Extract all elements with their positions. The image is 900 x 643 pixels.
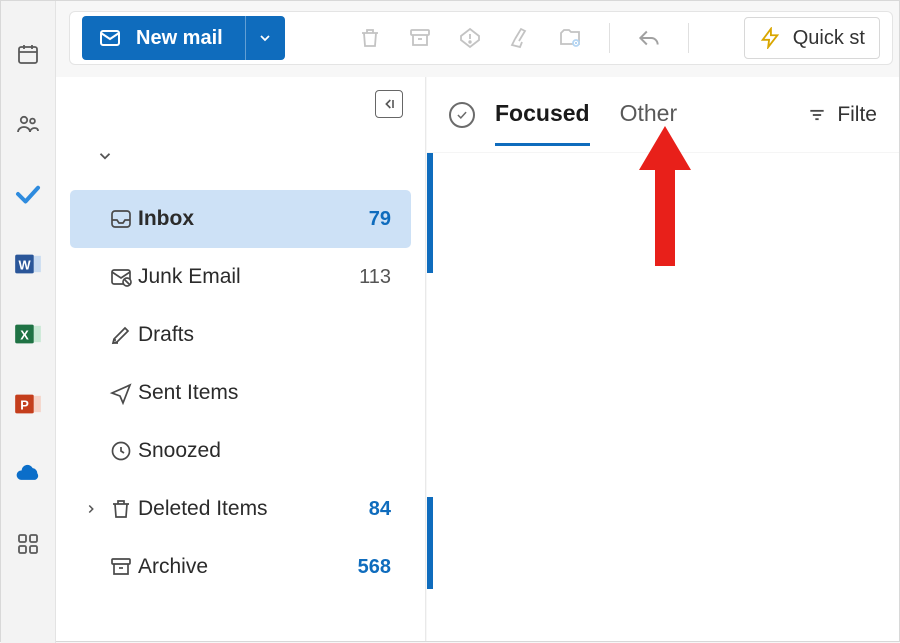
sweep-icon[interactable] bbox=[503, 21, 537, 55]
calendar-icon[interactable] bbox=[13, 39, 43, 69]
archive-icon[interactable] bbox=[403, 21, 437, 55]
filter-button[interactable]: Filte bbox=[807, 103, 877, 127]
people-icon[interactable] bbox=[13, 109, 43, 139]
excel-icon[interactable]: X bbox=[13, 319, 43, 349]
app-rail: W X P bbox=[1, 1, 56, 643]
folder-count: 568 bbox=[347, 556, 391, 579]
apps-icon[interactable] bbox=[13, 529, 43, 559]
snoozed-icon bbox=[104, 439, 138, 463]
folder-inbox[interactable]: Inbox79 bbox=[70, 190, 411, 248]
folder-label: Deleted Items bbox=[138, 497, 347, 521]
folder-count: 113 bbox=[347, 266, 391, 289]
folder-junk[interactable]: Junk Email113 bbox=[70, 248, 411, 306]
folder-label: Sent Items bbox=[138, 381, 347, 405]
tab-focused[interactable]: Focused bbox=[495, 84, 590, 146]
powerpoint-icon[interactable]: P bbox=[13, 389, 43, 419]
archive-icon bbox=[104, 555, 138, 579]
todo-icon[interactable] bbox=[13, 179, 43, 209]
account-collapse-toggle[interactable] bbox=[56, 131, 425, 182]
delete-icon[interactable] bbox=[353, 21, 387, 55]
unread-indicator bbox=[427, 153, 433, 273]
junk-icon bbox=[104, 265, 138, 289]
toolbar-separator bbox=[609, 23, 610, 53]
reply-icon[interactable] bbox=[632, 21, 666, 55]
folder-label: Junk Email bbox=[138, 265, 347, 289]
folder-label: Inbox bbox=[138, 207, 347, 231]
folder-drafts[interactable]: Drafts bbox=[70, 306, 411, 364]
folder-label: Drafts bbox=[138, 323, 347, 347]
folder-archive[interactable]: Archive568 bbox=[70, 538, 411, 596]
svg-text:P: P bbox=[20, 397, 29, 412]
new-mail-dropdown[interactable] bbox=[245, 16, 285, 60]
folder-pane-header bbox=[56, 77, 425, 131]
folder-list: Inbox79Junk Email113DraftsSent ItemsSnoo… bbox=[56, 182, 425, 596]
quick-steps-label: Quick st bbox=[793, 27, 865, 50]
message-list-pane: Focused Other Filte bbox=[427, 77, 899, 641]
folder-deleted[interactable]: Deleted Items84 bbox=[70, 480, 411, 538]
new-mail-group: New mail bbox=[82, 16, 285, 60]
inbox-icon bbox=[104, 207, 138, 231]
drafts-icon bbox=[104, 323, 138, 347]
onedrive-icon[interactable] bbox=[13, 459, 43, 489]
folder-pane: Inbox79Junk Email113DraftsSent ItemsSnoo… bbox=[56, 77, 426, 641]
svg-text:X: X bbox=[20, 327, 29, 342]
message-list-header: Focused Other Filte bbox=[427, 77, 899, 153]
inbox-tabs: Focused Other bbox=[495, 84, 677, 146]
svg-text:W: W bbox=[18, 257, 31, 272]
folder-label: Archive bbox=[138, 555, 347, 579]
filter-label: Filte bbox=[837, 103, 877, 127]
expand-toggle[interactable] bbox=[78, 502, 104, 516]
new-mail-label: New mail bbox=[136, 27, 223, 50]
sent-icon bbox=[104, 381, 138, 405]
deleted-icon bbox=[104, 497, 138, 521]
unread-indicator bbox=[427, 497, 433, 589]
new-mail-button[interactable]: New mail bbox=[82, 16, 245, 60]
folder-count: 84 bbox=[347, 498, 391, 521]
quick-steps-button[interactable]: Quick st bbox=[744, 17, 880, 59]
toolbar-separator bbox=[688, 23, 689, 53]
move-icon[interactable] bbox=[553, 21, 587, 55]
word-icon[interactable]: W bbox=[13, 249, 43, 279]
folder-sent[interactable]: Sent Items bbox=[70, 364, 411, 422]
folder-count: 79 bbox=[347, 208, 391, 231]
report-icon[interactable] bbox=[453, 21, 487, 55]
folder-snoozed[interactable]: Snoozed bbox=[70, 422, 411, 480]
tab-other[interactable]: Other bbox=[620, 84, 678, 146]
collapse-pane-button[interactable] bbox=[375, 90, 403, 118]
toolbar: New mail Quick st bbox=[69, 11, 893, 65]
folder-label: Snoozed bbox=[138, 439, 347, 463]
select-all-toggle[interactable] bbox=[449, 102, 475, 128]
